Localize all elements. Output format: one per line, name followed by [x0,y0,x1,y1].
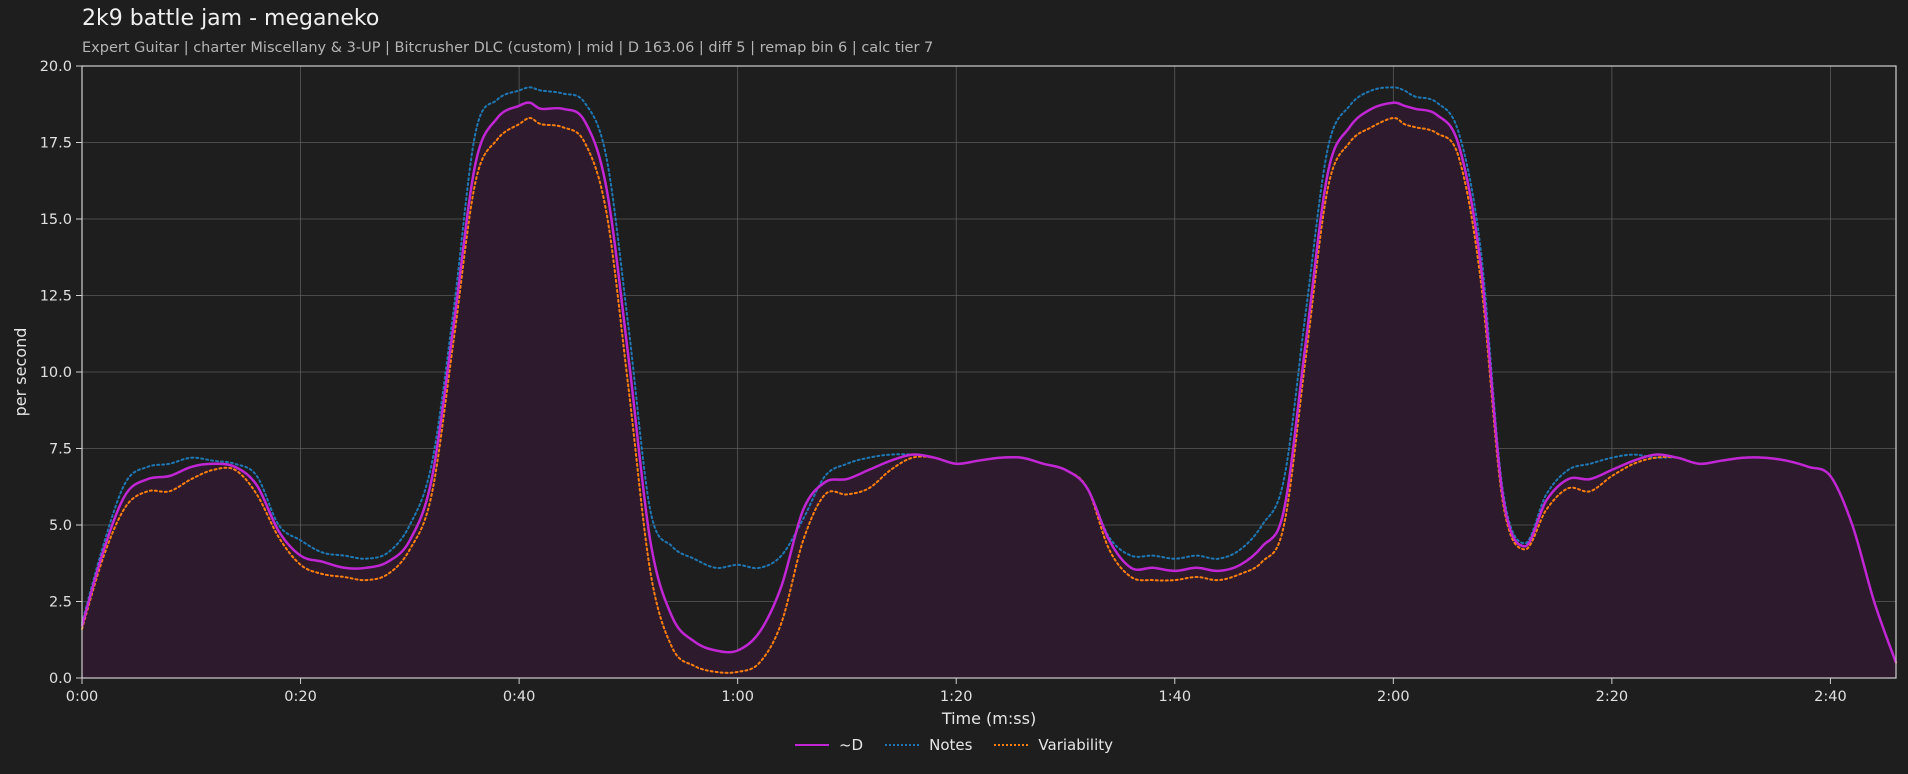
legend-item-variability: Variability [994,736,1113,754]
legend-label-notes: Notes [929,736,973,754]
x-tick-label: 0:00 [66,689,99,705]
y-tick-label: 17.5 [40,136,72,152]
x-tick-label: 0:20 [284,689,317,705]
y-tick-label: 0.0 [49,671,72,687]
y-tick-label: 12.5 [40,289,72,305]
x-tick-label: 1:40 [1158,689,1191,705]
x-tick-label: 2:20 [1596,689,1629,705]
x-tick-label: 1:20 [940,689,973,705]
legend-label-variability: Variability [1038,736,1114,754]
y-tick-label: 7.5 [49,442,72,458]
legend-label-d: ~D [838,736,864,754]
chart-area: 0.0 2.5 5.0 7.5 10.0 12.5 15.0 17.5 20.0 0:00 0:20… [11,59,1898,728]
legend: ~D Notes Variability [0,736,1908,754]
x-tick-label: 0:40 [503,689,536,705]
x-tick-label: 2:00 [1377,689,1410,705]
y-tick-label: 2.5 [49,595,72,611]
legend-item-d: ~D [794,736,864,754]
y-tick-label: 10.0 [40,365,72,381]
x-tick-label: 2:40 [1814,689,1847,705]
legend-item-notes: Notes [885,736,972,754]
y-tick-label: 20.0 [40,59,72,75]
d-area-fill [82,102,1896,679]
y-tick-label: 5.0 [49,518,72,534]
legend-swatch-variability [994,744,1029,746]
y-tick-label: 15.0 [40,212,72,228]
y-axis-label: per second [11,328,30,417]
legend-swatch-notes [885,744,920,746]
legend-swatch-d [794,744,829,746]
x-tick-label: 1:00 [721,689,754,705]
x-axis-label: Time (m:ss) [941,709,1036,728]
